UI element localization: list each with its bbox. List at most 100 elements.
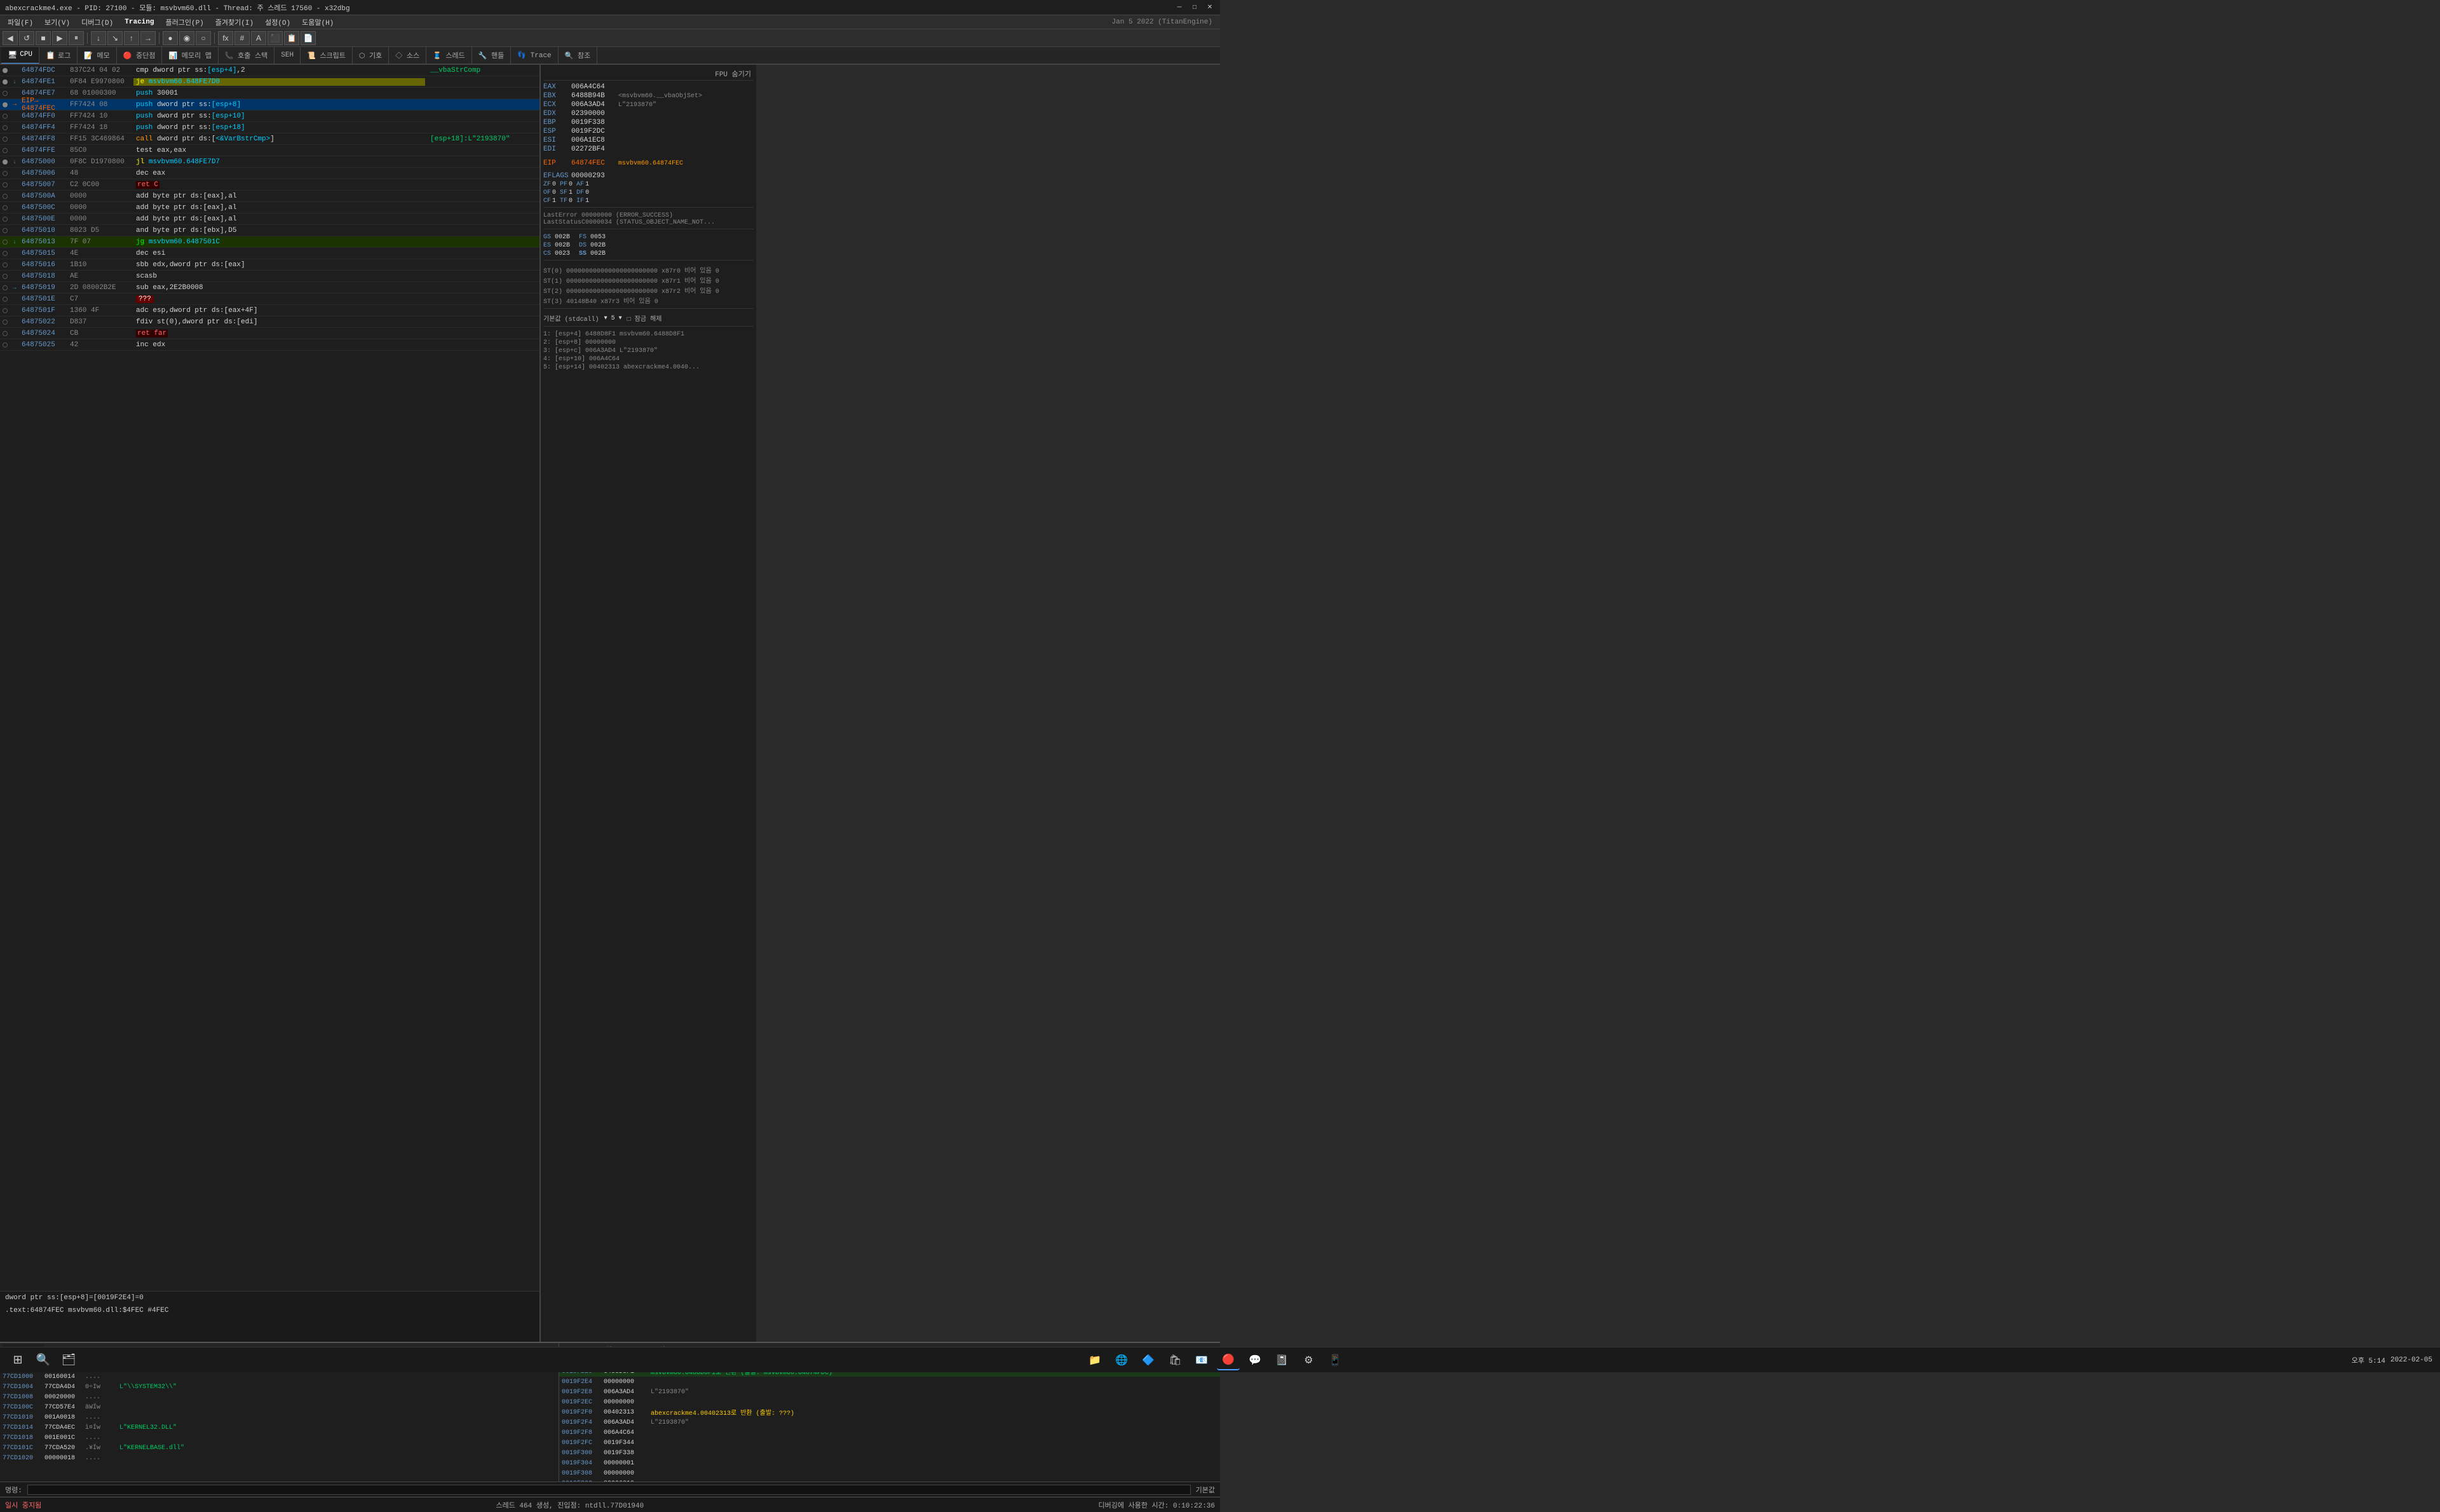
taskbar-chat[interactable]: 💬 bbox=[1244, 1350, 1266, 1370]
taskbar-settings[interactable]: ⚙ bbox=[1297, 1350, 1320, 1370]
disasm-row[interactable]: 64875024 CB ret far bbox=[0, 328, 539, 339]
search-button[interactable]: 🔍 bbox=[33, 1350, 53, 1370]
tb-back[interactable]: ◀ bbox=[3, 31, 18, 45]
tb-step-over[interactable]: ↘ bbox=[107, 31, 123, 45]
cmd-input[interactable] bbox=[27, 1485, 1191, 1495]
menu-debug[interactable]: 디버그(D) bbox=[76, 16, 118, 29]
stack-row[interactable]: 0019F30C 80006010 bbox=[559, 1478, 1220, 1482]
stack-row[interactable]: 0019F304 00000001 bbox=[559, 1458, 1220, 1468]
dump-row[interactable]: 77CD1000 00160014 .... bbox=[0, 1372, 559, 1382]
disasm-row[interactable]: 64875016 1B10 sbb edx,dword ptr ds:[eax] bbox=[0, 259, 539, 271]
disasm-row[interactable]: 64875010 8023 D5 and byte ptr ds:[ebx],D… bbox=[0, 225, 539, 236]
disasm-row[interactable]: 6487500E 0000 add byte ptr ds:[eax],al bbox=[0, 213, 539, 225]
tab-memmap[interactable]: 📊 메모리 맵 bbox=[162, 47, 218, 64]
tab-cpu[interactable]: 🖥 CPU bbox=[1, 47, 39, 64]
disasm-row[interactable]: ↓ 64875013 7F 07 jg msvbvm60.6487501C bbox=[0, 236, 539, 248]
tab-memo[interactable]: 📝 메모 bbox=[78, 47, 117, 64]
tb-log[interactable]: 📄 bbox=[301, 31, 316, 45]
disasm-row[interactable]: 6487500C 0000 add byte ptr ds:[eax],al bbox=[0, 202, 539, 213]
tb-step-into[interactable]: ↓ bbox=[91, 31, 106, 45]
stack-row[interactable]: 0019F2EC 00000000 bbox=[559, 1397, 1220, 1407]
tab-seh[interactable]: SEH bbox=[274, 47, 301, 64]
disasm-row[interactable]: ↓ 64874FE1 0F84 E9970800 je msvbvm60.648… bbox=[0, 76, 539, 88]
tab-threads[interactable]: 🧵 스레드 bbox=[426, 47, 472, 64]
tab-refs[interactable]: 🔍 참조 bbox=[559, 47, 598, 64]
stack-row[interactable]: 0019F2E4 00000000 bbox=[559, 1377, 1220, 1387]
disasm-row[interactable]: 64874FE7 68 01000300 push 30001 bbox=[0, 88, 539, 99]
minimize-button[interactable]: ─ bbox=[1174, 3, 1184, 13]
tb-patch[interactable]: ⬛ bbox=[268, 31, 283, 45]
menu-help[interactable]: 도움말(H) bbox=[297, 16, 339, 29]
stack-row[interactable]: 0019F2F4 006A3AD4 L"2193870" bbox=[559, 1417, 1220, 1428]
maximize-button[interactable]: □ bbox=[1190, 3, 1200, 13]
dump-row[interactable]: 77CD1010 001A0018 .... bbox=[0, 1412, 559, 1422]
stack-row[interactable]: 0019F2E8 006A3AD4 L"2193870" bbox=[559, 1387, 1220, 1397]
start-button[interactable]: ⊞ bbox=[8, 1350, 28, 1370]
tb-asm[interactable]: A bbox=[251, 31, 266, 45]
tab-log[interactable]: 📋 로그 bbox=[39, 47, 78, 64]
stack-row[interactable]: 0019F308 00000000 bbox=[559, 1468, 1220, 1478]
taskview-button[interactable]: 🗂 bbox=[58, 1350, 79, 1370]
taskbar-store[interactable]: 🛍 bbox=[1163, 1350, 1186, 1370]
taskbar-explorer[interactable]: 📁 bbox=[1083, 1350, 1106, 1370]
taskbar-edge[interactable]: 🔷 bbox=[1137, 1350, 1160, 1370]
tb-pause[interactable]: ⏸ bbox=[69, 31, 84, 45]
tb-step-out[interactable]: ↑ bbox=[124, 31, 139, 45]
stack-row[interactable]: 0019F2FC 0019F344 bbox=[559, 1438, 1220, 1448]
dump-row[interactable]: 77CD100C 77CD57E4 äWÍw bbox=[0, 1402, 559, 1412]
disasm-row[interactable]: 64874FF4 FF7424 18 push dword ptr ss:[es… bbox=[0, 122, 539, 133]
dump-row[interactable]: 77CD1004 77CDA4D4 0÷Iw L"\\SYSTEM32\\" bbox=[0, 1382, 559, 1392]
close-button[interactable]: ✕ bbox=[1205, 3, 1215, 13]
tb-hw-bp[interactable]: ◉ bbox=[179, 31, 194, 45]
disasm-row[interactable]: 6487501E C7 ??? bbox=[0, 294, 539, 305]
dump-row[interactable]: 77CD1018 001E001C .... bbox=[0, 1433, 559, 1443]
tb-mem[interactable]: 📋 bbox=[284, 31, 299, 45]
menu-favorites[interactable]: 즐겨찾기(I) bbox=[210, 16, 259, 29]
stack-row[interactable]: 0019F300 0019F338 bbox=[559, 1448, 1220, 1458]
disasm-row[interactable]: 6487500A 0000 add byte ptr ds:[eax],al bbox=[0, 191, 539, 202]
disasm-row[interactable]: 64874FF0 FF7424 10 push dword ptr ss:[es… bbox=[0, 111, 539, 122]
disasm-row[interactable]: 64875022 D837 fdiv st(0),dword ptr ds:[e… bbox=[0, 316, 539, 328]
taskbar-mail[interactable]: 📧 bbox=[1190, 1350, 1213, 1370]
disasm-row[interactable]: 64874FF8 FF15 3C469864 call dword ptr ds… bbox=[0, 133, 539, 145]
tab-handles[interactable]: 🔧 핸들 bbox=[472, 47, 512, 64]
tb-script[interactable]: fx bbox=[218, 31, 233, 45]
disasm-row[interactable]: 64874FDC 837C24 04 02 cmp dword ptr ss:[… bbox=[0, 65, 539, 76]
taskbar-phone[interactable]: 📱 bbox=[1324, 1350, 1346, 1370]
disasm-row-current[interactable]: → EIP→ 64874FEC FF7424 08 push dword ptr… bbox=[0, 99, 539, 111]
disasm-row[interactable]: 6487501F 1360 4F adc esp,dword ptr ds:[e… bbox=[0, 305, 539, 316]
tab-symbols[interactable]: ⬡ 기호 bbox=[353, 47, 389, 64]
tb-bp[interactable]: ● bbox=[163, 31, 178, 45]
menu-file[interactable]: 파일(F) bbox=[3, 16, 38, 29]
dump-row[interactable]: 77CD101C 77CDA520 .¥Íw L"KERNELBASE.dll" bbox=[0, 1443, 559, 1453]
fpu-toggle[interactable]: FPU 숨기기 bbox=[543, 67, 754, 81]
stack-row[interactable]: 0019F2F8 006A4C64 bbox=[559, 1428, 1220, 1438]
dump-row[interactable]: 77CD1014 77CDA4EC ì¤Íw L"KERNEL32.DLL" bbox=[0, 1422, 559, 1433]
disasm-row[interactable]: 64874FFE 85C0 test eax,eax bbox=[0, 145, 539, 156]
menu-tracing[interactable]: Tracing bbox=[119, 17, 159, 27]
menu-view[interactable]: 보기(V) bbox=[39, 16, 75, 29]
tab-script[interactable]: 📜 스크립트 bbox=[301, 47, 353, 64]
tab-trace[interactable]: 👣 Trace bbox=[511, 47, 558, 64]
taskbar-browser[interactable]: 🌐 bbox=[1110, 1350, 1133, 1370]
disasm-row[interactable]: 64875006 48 dec eax bbox=[0, 168, 539, 179]
dump-row[interactable]: 77CD1020 00000018 .... bbox=[0, 1453, 559, 1463]
stack-row[interactable]: 0019F2F0 00402313 abexcrackme4.00402313로… bbox=[559, 1407, 1220, 1417]
dump-row[interactable]: 77CD1008 00020000 .... bbox=[0, 1392, 559, 1402]
tb-clear-bp[interactable]: ○ bbox=[196, 31, 211, 45]
disasm-row[interactable]: ↓ 64875000 0F8C D1970800 jl msvbvm60.648… bbox=[0, 156, 539, 168]
tb-hash[interactable]: # bbox=[234, 31, 250, 45]
tb-restart[interactable]: ↺ bbox=[19, 31, 34, 45]
menu-plugins[interactable]: 플러그인(P) bbox=[160, 16, 208, 29]
tab-source[interactable]: ◇ 소스 bbox=[389, 47, 426, 64]
tb-run[interactable]: ▶ bbox=[52, 31, 67, 45]
disasm-row[interactable]: 64875025 42 inc edx bbox=[0, 339, 539, 351]
tab-breakpoints[interactable]: 🔴 중단점 bbox=[117, 47, 163, 64]
tab-callstack[interactable]: 📞 호출 스택 bbox=[219, 47, 274, 64]
disasm-row[interactable]: 64875018 AE scasb bbox=[0, 271, 539, 282]
taskbar-notepad[interactable]: 📓 bbox=[1270, 1350, 1293, 1370]
taskbar-debugger[interactable]: 🔴 bbox=[1217, 1350, 1240, 1370]
disasm-row[interactable]: → 64875019 2D 08002B2E sub eax,2E2B0008 bbox=[0, 282, 539, 294]
tb-run-to[interactable]: → bbox=[140, 31, 156, 45]
tb-stop[interactable]: ■ bbox=[36, 31, 51, 45]
